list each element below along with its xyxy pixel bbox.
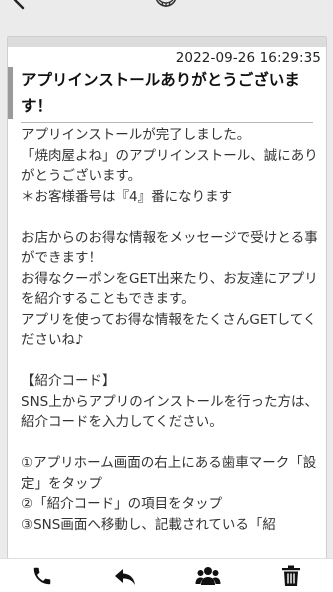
message-title: アプリインストールありがとうございます！ [21,71,300,115]
back-arrow-icon[interactable] [10,0,28,10]
call-button[interactable] [12,559,72,592]
brand-logo-icon [155,0,177,7]
top-bar [0,0,333,22]
message-timestamp: 2022-09-26 16:29:35 [175,50,321,66]
card-header-strip [8,37,326,47]
phone-icon [33,567,50,584]
delete-button[interactable] [261,559,321,592]
message-card: 2022-09-26 16:29:35 アプリインストールありがとうございます！… [7,36,327,559]
group-icon [195,566,221,585]
reply-icon [114,568,135,585]
reply-button[interactable] [95,559,155,592]
bottom-nav [0,558,333,592]
group-button[interactable] [178,559,238,592]
title-container: アプリインストールありがとうございます！ [8,67,326,119]
title-divider [21,122,313,123]
message-body: アプリインストールが完了しました。 「焼肉屋よね」のアプリインストール、誠にあり… [21,127,318,533]
trash-icon [282,565,301,586]
scrollbar[interactable] [322,157,325,357]
